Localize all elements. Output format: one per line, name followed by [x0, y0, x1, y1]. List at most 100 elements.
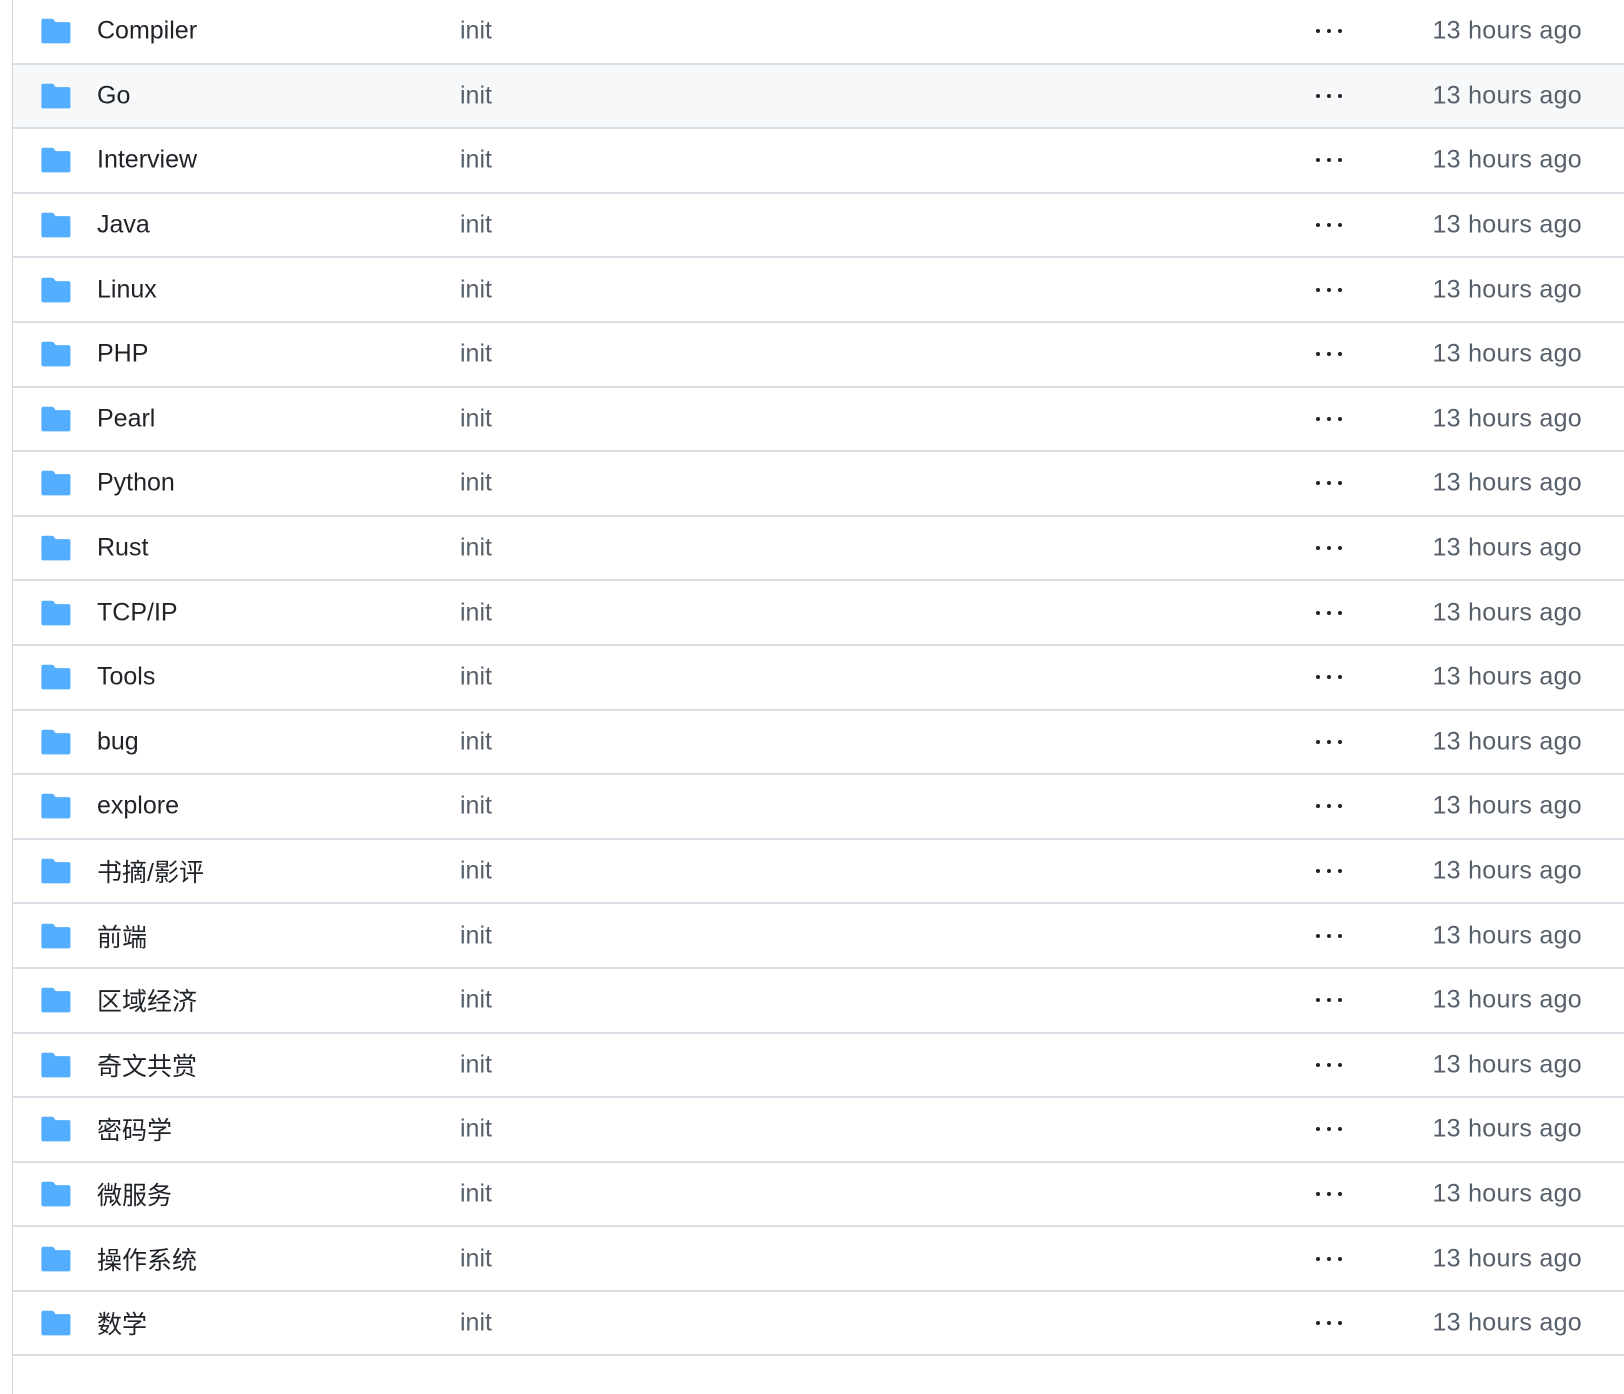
table-row[interactable]: Linux init 13 hours ago — [13, 258, 1624, 323]
commit-age: 13 hours ago — [1432, 16, 1582, 45]
folder-name-link[interactable]: 操作系统 — [97, 1241, 197, 1277]
folder-name-link[interactable]: 微服务 — [97, 1176, 172, 1212]
commit-message-link[interactable]: init — [460, 1050, 492, 1079]
table-row[interactable]: 数学 init 13 hours ago — [13, 1291, 1624, 1357]
folder-name-link[interactable]: Go — [97, 81, 130, 110]
commit-age: 13 hours ago — [1432, 1244, 1582, 1273]
table-row[interactable]: Compiler init 13 hours ago — [13, 0, 1624, 65]
commit-message-link[interactable]: init — [460, 81, 492, 110]
commit-message-link[interactable]: init — [460, 146, 492, 175]
folder-name-link[interactable]: Rust — [97, 534, 148, 563]
commit-age: 13 hours ago — [1432, 145, 1582, 174]
table-row[interactable]: 区域经济 init 13 hours ago — [13, 968, 1624, 1034]
ellipsis-icon[interactable] — [1316, 926, 1342, 946]
ellipsis-icon[interactable] — [1316, 990, 1342, 1010]
ellipsis-icon[interactable] — [1316, 1055, 1342, 1075]
ellipsis-icon[interactable] — [1316, 409, 1342, 429]
table-row[interactable]: 微服务 init 13 hours ago — [13, 1162, 1624, 1228]
commit-message-link[interactable]: init — [460, 727, 492, 756]
commit-age: 13 hours ago — [1432, 275, 1582, 304]
folder-icon — [41, 147, 71, 173]
table-row[interactable]: Python init 13 hours ago — [13, 452, 1624, 517]
table-row[interactable]: 前端 init 13 hours ago — [13, 904, 1624, 969]
commit-message-link[interactable]: init — [460, 340, 492, 369]
folder-name-link[interactable]: Tools — [97, 663, 155, 692]
commit-message-link[interactable]: init — [460, 1244, 492, 1273]
commit-message-link[interactable]: init — [460, 17, 492, 46]
ellipsis-icon[interactable] — [1316, 538, 1342, 558]
folder-name-link[interactable]: 区域经济 — [97, 982, 197, 1018]
commit-message-link[interactable]: init — [460, 1179, 492, 1208]
ellipsis-icon[interactable] — [1316, 473, 1342, 493]
ellipsis-icon[interactable] — [1316, 603, 1342, 623]
folder-name-link[interactable]: bug — [97, 727, 139, 756]
commit-message-link[interactable]: init — [460, 211, 492, 240]
table-row[interactable]: 操作系统 init 13 hours ago — [13, 1227, 1624, 1292]
table-row[interactable]: bug init 13 hours ago — [13, 710, 1624, 776]
table-row[interactable]: 密码学 init 13 hours ago — [13, 1098, 1624, 1163]
commit-message-link[interactable]: init — [460, 921, 492, 950]
folder-name-link[interactable]: Pearl — [97, 404, 155, 433]
folder-name-link[interactable]: 书摘/影评 — [97, 853, 204, 889]
table-row[interactable]: Rust init 13 hours ago — [13, 516, 1624, 582]
commit-message-link[interactable]: init — [460, 663, 492, 692]
ellipsis-icon[interactable] — [1316, 667, 1342, 687]
table-row[interactable]: Tools init 13 hours ago — [13, 645, 1624, 711]
ellipsis-icon[interactable] — [1316, 1313, 1342, 1333]
table-row[interactable]: PHP init 13 hours ago — [13, 322, 1624, 388]
commit-message-link[interactable]: init — [460, 1115, 492, 1144]
commit-age: 13 hours ago — [1432, 727, 1582, 756]
commit-message-link[interactable]: init — [460, 469, 492, 498]
ellipsis-icon[interactable] — [1316, 86, 1342, 106]
folder-icon — [41, 1116, 71, 1142]
folder-name-link[interactable]: 奇文共赏 — [97, 1047, 197, 1083]
ellipsis-icon[interactable] — [1316, 150, 1342, 170]
commit-message-link[interactable]: init — [460, 598, 492, 627]
commit-message-link[interactable]: init — [460, 792, 492, 821]
ellipsis-icon[interactable] — [1316, 1119, 1342, 1139]
commit-message-link[interactable]: init — [460, 1309, 492, 1338]
folder-name-link[interactable]: 前端 — [97, 918, 147, 954]
folder-name-link[interactable]: TCP/IP — [97, 598, 178, 627]
table-row[interactable]: TCP/IP init 13 hours ago — [13, 581, 1624, 646]
commit-message-link[interactable]: init — [460, 986, 492, 1015]
ellipsis-icon[interactable] — [1316, 280, 1342, 300]
commit-age: 13 hours ago — [1432, 339, 1582, 368]
folder-icon — [41, 1052, 71, 1078]
table-row[interactable]: Go init 13 hours ago — [13, 64, 1624, 130]
folder-name-link[interactable]: PHP — [97, 340, 148, 369]
ellipsis-icon[interactable] — [1316, 861, 1342, 881]
table-row[interactable]: Pearl init 13 hours ago — [13, 387, 1624, 453]
folder-icon — [41, 277, 71, 303]
commit-age: 13 hours ago — [1432, 468, 1582, 497]
commit-message-link[interactable]: init — [460, 857, 492, 886]
folder-name-link[interactable]: Linux — [97, 275, 157, 304]
commit-age: 13 hours ago — [1432, 210, 1582, 239]
folder-name-link[interactable]: Java — [97, 211, 150, 240]
ellipsis-icon[interactable] — [1316, 1184, 1342, 1204]
ellipsis-icon[interactable] — [1316, 344, 1342, 364]
folder-name-link[interactable]: explore — [97, 792, 179, 821]
table-row[interactable]: 书摘/影评 init 13 hours ago — [13, 839, 1624, 905]
commit-message-link[interactable]: init — [460, 404, 492, 433]
folder-icon — [41, 212, 71, 238]
folder-name-link[interactable]: Compiler — [97, 17, 197, 46]
commit-message-link[interactable]: init — [460, 275, 492, 304]
commit-age: 13 hours ago — [1432, 1179, 1582, 1208]
folder-icon — [41, 83, 71, 109]
ellipsis-icon[interactable] — [1316, 1249, 1342, 1269]
folder-name-link[interactable]: 数学 — [97, 1305, 147, 1341]
ellipsis-icon[interactable] — [1316, 21, 1342, 41]
table-row[interactable]: Interview init 13 hours ago — [13, 129, 1624, 194]
folder-name-link[interactable]: 密码学 — [97, 1111, 172, 1147]
table-row[interactable]: explore init 13 hours ago — [13, 775, 1624, 840]
table-row[interactable]: Java init 13 hours ago — [13, 193, 1624, 259]
folder-name-link[interactable]: Interview — [97, 146, 197, 175]
ellipsis-icon[interactable] — [1316, 796, 1342, 816]
ellipsis-icon[interactable] — [1316, 215, 1342, 235]
folder-icon — [41, 406, 71, 432]
ellipsis-icon[interactable] — [1316, 732, 1342, 752]
folder-name-link[interactable]: Python — [97, 469, 175, 498]
commit-message-link[interactable]: init — [460, 534, 492, 563]
table-row[interactable]: 奇文共赏 init 13 hours ago — [13, 1033, 1624, 1099]
